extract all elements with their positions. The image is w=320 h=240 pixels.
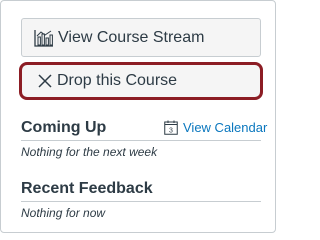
drop-course-label: Drop this Course bbox=[57, 72, 178, 89]
divider bbox=[21, 140, 261, 141]
recent-feedback-empty-text: Nothing for now bbox=[21, 206, 106, 220]
recent-feedback-heading: Recent Feedback bbox=[21, 180, 153, 197]
coming-up-empty-text: Nothing for the next week bbox=[21, 145, 158, 159]
divider bbox=[21, 201, 261, 202]
view-course-stream-label: View Course Stream bbox=[58, 28, 205, 46]
view-calendar-label: View Calendar bbox=[183, 120, 268, 135]
bar-chart-icon bbox=[34, 29, 54, 47]
x-icon bbox=[37, 73, 53, 89]
course-sidebar: View Course Stream Drop this Course Comi… bbox=[0, 0, 276, 233]
view-calendar-link[interactable]: 3 View Calendar bbox=[164, 120, 267, 135]
drop-course-button[interactable]: Drop this Course bbox=[19, 62, 263, 100]
view-course-stream-button[interactable]: View Course Stream bbox=[21, 18, 261, 57]
coming-up-heading: Coming Up bbox=[21, 119, 107, 136]
calendar-day: 3 bbox=[169, 128, 173, 135]
calendar-icon: 3 bbox=[164, 120, 178, 135]
